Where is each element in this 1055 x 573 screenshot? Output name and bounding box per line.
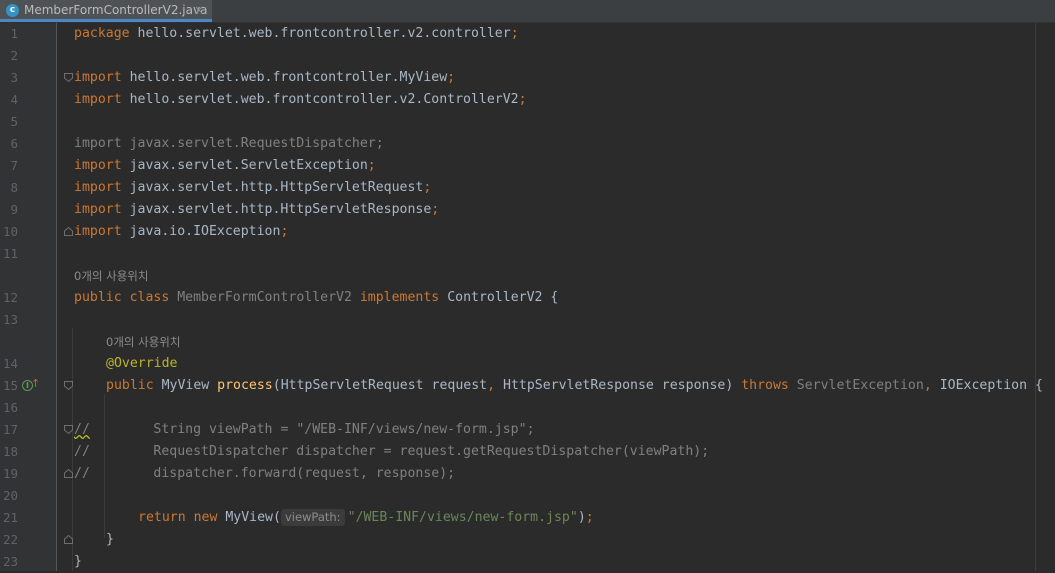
annotation-text: @Override <box>106 356 178 371</box>
code-line-16: 16 <box>0 397 1055 419</box>
line-number: 10 <box>2 224 18 239</box>
code-line-8: 8 import javax.servlet.http.HttpServletR… <box>0 177 1055 199</box>
code-text: return new MyView(viewPath: "/WEB-INF/vie… <box>138 509 594 526</box>
comment-text: // RequestDispatcher dispatcher = reques… <box>74 444 710 459</box>
line-number: 16 <box>2 400 18 415</box>
code-line-4: 4 import hello.servlet.web.frontcontroll… <box>0 89 1055 111</box>
code-text: import javax.servlet.http.HttpServletRes… <box>74 202 440 217</box>
close-icon[interactable]: × <box>194 3 204 17</box>
line-number: 13 <box>2 312 18 327</box>
class-file-icon: c <box>6 4 19 17</box>
fold-end-icon[interactable] <box>64 469 73 478</box>
code-line-20: 20 <box>0 485 1055 507</box>
code-text: import javax.servlet.ServletException; <box>74 158 376 173</box>
code-line-3: 3 import hello.servlet.web.frontcontroll… <box>0 67 1055 89</box>
line-number: 18 <box>2 444 18 459</box>
line-number: 11 <box>2 246 18 261</box>
line-number: 20 <box>2 488 18 503</box>
code-line-18: 18 // RequestDispatcher dispatcher = req… <box>0 441 1055 463</box>
fold-end-icon[interactable] <box>64 227 73 236</box>
code-line-7: 7 import javax.servlet.ServletException; <box>0 155 1055 177</box>
comment-text: // dispatcher.forward(request, response)… <box>74 466 456 481</box>
line-number: 19 <box>2 466 18 481</box>
line-number: 21 <box>2 510 18 525</box>
line-number: 2 <box>10 48 18 63</box>
code-editor[interactable]: 1 package hello.servlet.web.frontcontrol… <box>0 23 1055 571</box>
code-text: import hello.servlet.web.frontcontroller… <box>74 92 527 107</box>
fold-start-icon[interactable] <box>64 425 73 434</box>
line-number: 1 <box>10 26 18 41</box>
code-line-17: 17 // String viewPath = "/WEB-INF/views/… <box>0 419 1055 441</box>
line-number: 7 <box>10 158 18 173</box>
code-text: public class MemberFormControllerV2 impl… <box>74 290 559 305</box>
code-line-9: 9 import javax.servlet.http.HttpServletR… <box>0 199 1055 221</box>
code-text: public MyView process(HttpServletRequest… <box>106 378 1043 393</box>
code-text: } <box>106 532 114 547</box>
code-line-6: 6 import javax.servlet.RequestDispatcher… <box>0 133 1055 155</box>
usage-hint-class[interactable]: 0개의 사용위치 <box>74 265 148 287</box>
code-line-14: 14 @Override <box>0 353 1055 375</box>
line-number: 6 <box>10 136 18 151</box>
line-number: 3 <box>10 70 18 85</box>
code-text: import javax.servlet.http.HttpServletReq… <box>74 180 432 195</box>
code-line-19: 19 // dispatcher.forward(request, respon… <box>0 463 1055 485</box>
code-line-13: 13 <box>0 309 1055 331</box>
code-text: } <box>74 554 82 569</box>
code-line-15: 15 I ↑ public MyView process(HttpServlet… <box>0 375 1055 397</box>
code-text: import hello.servlet.web.frontcontroller… <box>74 70 456 85</box>
code-text: package hello.servlet.web.frontcontrolle… <box>74 26 519 41</box>
line-number: 17 <box>2 422 18 437</box>
line-number: 9 <box>10 202 18 217</box>
line-number: 14 <box>2 356 18 371</box>
override-arrow-icon[interactable]: ↑ <box>31 378 40 390</box>
line-number: 12 <box>2 290 18 305</box>
code-line-12: 12 public class MemberFormControllerV2 i… <box>0 287 1055 309</box>
usage-hint-method[interactable]: 0개의 사용위치 <box>106 331 180 353</box>
code-text: import java.io.IOException; <box>74 224 289 239</box>
tab-title: MemberFormControllerV2.java <box>24 3 208 17</box>
line-number: 8 <box>10 180 18 195</box>
code-line-23: 23 } <box>0 551 1055 573</box>
code-line-21: 21 return new MyView(viewPath: "/WEB-INF/… <box>0 507 1055 529</box>
code-line-2: 2 <box>0 45 1055 67</box>
line-number: 22 <box>2 532 18 547</box>
editor-tab-bar: c MemberFormControllerV2.java × <box>0 0 1055 23</box>
code-line-10: 10 import java.io.IOException; <box>0 221 1055 243</box>
fold-start-icon[interactable] <box>64 381 73 390</box>
fold-end-icon[interactable] <box>64 535 73 544</box>
code-line-11: 11 <box>0 243 1055 265</box>
line-number: 23 <box>2 554 18 569</box>
comment-text: // String viewPath = "/WEB-INF/views/new… <box>74 422 535 437</box>
line-number: 15 <box>2 378 18 393</box>
code-line-5: 5 <box>0 111 1055 133</box>
fold-start-icon[interactable] <box>64 73 73 82</box>
line-number: 5 <box>10 114 18 129</box>
code-line-1: 1 package hello.servlet.web.frontcontrol… <box>0 23 1055 45</box>
line-number: 4 <box>10 92 18 107</box>
code-line-22: 22 } <box>0 529 1055 551</box>
tab-member-form-controller-v2[interactable]: c MemberFormControllerV2.java × <box>0 0 212 22</box>
unused-import-text: import javax.servlet.RequestDispatcher; <box>74 136 384 151</box>
parameter-hint: viewPath: <box>280 509 345 526</box>
